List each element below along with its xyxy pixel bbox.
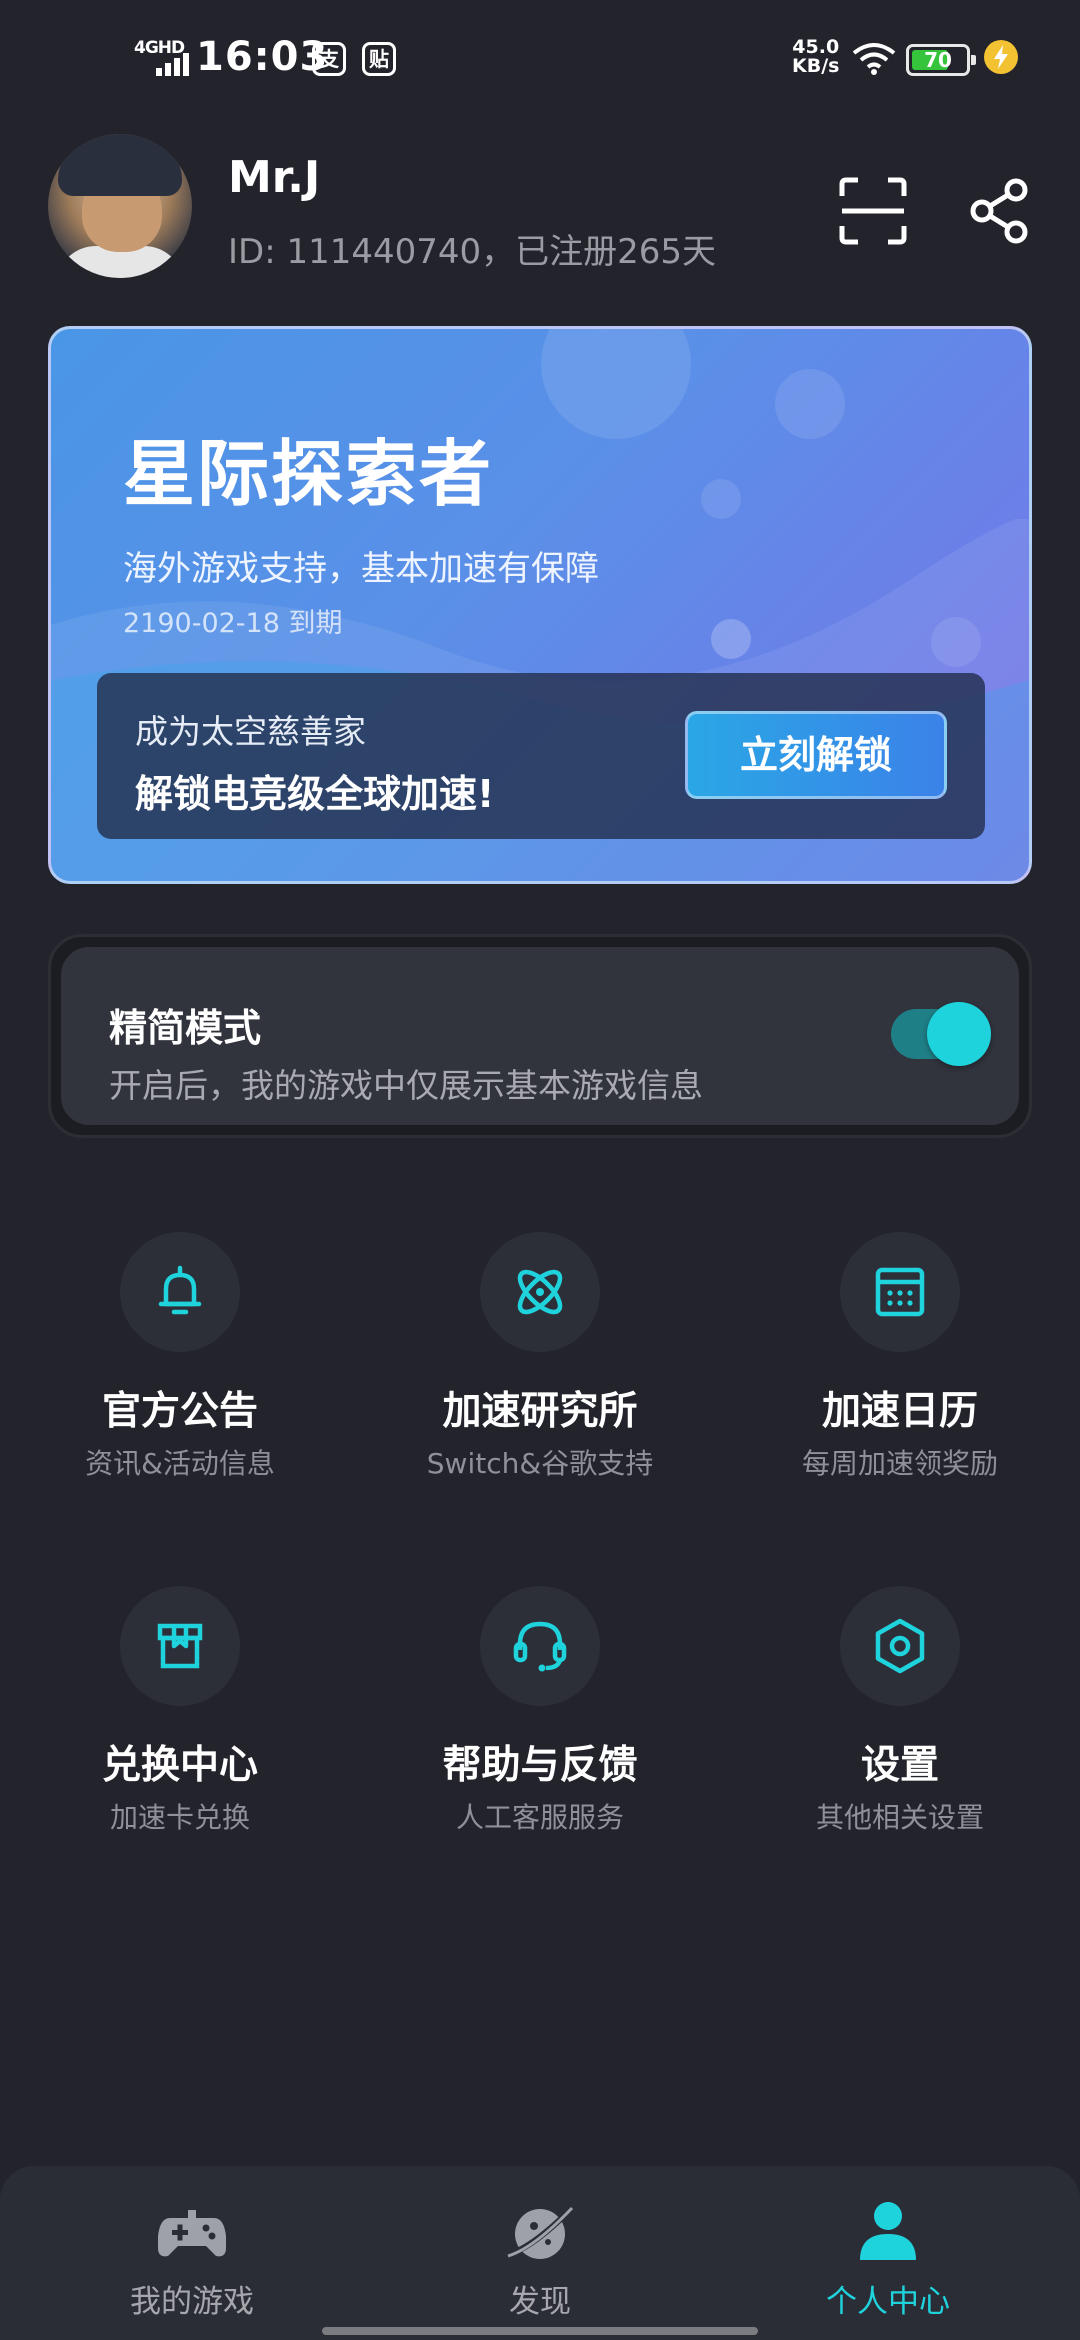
simple-mode-toggle[interactable] <box>891 1002 991 1066</box>
person-icon <box>860 2202 916 2260</box>
wifi-icon <box>852 43 896 75</box>
share-button[interactable] <box>968 176 1030 246</box>
home-indicator[interactable] <box>322 2327 758 2335</box>
user-id-info: ID: 111440740，已注册265天 <box>228 232 717 272</box>
menu-item-label: 兑换中心 <box>101 1743 258 1788</box>
scan-icon <box>839 177 907 245</box>
charging-bolt-icon <box>984 40 1018 74</box>
menu-item-help-feedback[interactable]: 帮助与反馈 人工客服服务 <box>360 1586 720 1866</box>
simple-mode-description: 开启后，我的游戏中仅展示基本游戏信息 <box>109 1066 703 1105</box>
menu-item-research-lab[interactable]: 加速研究所 Switch&谷歌支持 <box>360 1232 720 1512</box>
gift-box-icon <box>120 1586 240 1706</box>
unlock-button[interactable]: 立刻解锁 <box>685 711 947 799</box>
cellular-signal-icon: 4GHD <box>134 38 190 78</box>
network-speed-unit: KB/s <box>792 55 840 77</box>
bell-icon <box>120 1232 240 1352</box>
menu-item-redeem-center[interactable]: 兑换中心 加速卡兑换 <box>0 1586 360 1866</box>
upgrade-promo: 成为太空慈善家 解锁电竞级全球加速! 立刻解锁 <box>97 673 985 839</box>
nav-tab-profile[interactable]: 个人中心 <box>738 2190 1038 2320</box>
menu-item-label: 官方公告 <box>101 1389 258 1434</box>
atom-icon <box>480 1232 600 1352</box>
gamepad-icon <box>158 2210 226 2257</box>
toggle-knob <box>927 1002 991 1066</box>
promo-subtitle: 成为太空慈善家 <box>135 712 366 751</box>
battery-level: 70 <box>924 48 952 72</box>
username: Mr.J <box>228 152 321 203</box>
simple-mode-section: 精简模式 开启后，我的游戏中仅展示基本游戏信息 <box>48 934 1032 1138</box>
menu-item-label: 设置 <box>860 1743 939 1788</box>
network-speed: 45.0 KB/s <box>792 38 839 76</box>
headset-icon <box>480 1586 600 1706</box>
membership-expiry: 2190-02-18 到期 <box>123 608 343 639</box>
menu-item-subtitle: 加速卡兑换 <box>109 1801 250 1834</box>
avatar[interactable] <box>48 134 192 278</box>
menu-item-settings[interactable]: 设置 其他相关设置 <box>720 1586 1080 1866</box>
nav-tab-discover[interactable]: 发现 <box>390 2190 690 2320</box>
menu-item-calendar[interactable]: 加速日历 每周加速领奖励 <box>720 1232 1080 1512</box>
membership-title: 星际探索者 <box>123 432 494 516</box>
nav-label: 发现 <box>509 2284 571 2320</box>
calendar-icon <box>840 1232 960 1352</box>
nav-label: 我的游戏 <box>130 2284 254 2320</box>
menu-item-subtitle: 资讯&活动信息 <box>85 1447 275 1480</box>
membership-description: 海外游戏支持，基本加速有保障 <box>123 549 599 589</box>
nav-tab-my-games[interactable]: 我的游戏 <box>42 2190 342 2320</box>
nav-label: 个人中心 <box>826 2284 950 2320</box>
menu-item-label: 帮助与反馈 <box>442 1743 638 1788</box>
menu-item-announcements[interactable]: 官方公告 资讯&活动信息 <box>0 1232 360 1512</box>
promo-headline: 解锁电竞级全球加速! <box>135 772 495 816</box>
battery-icon: 70 <box>906 44 976 76</box>
bottom-navigation: 我的游戏 发现 个人中心 <box>0 2166 1080 2340</box>
settings-hexagon-icon <box>840 1586 960 1706</box>
clock: 16:03 <box>196 34 329 80</box>
menu-item-label: 加速研究所 <box>442 1389 638 1434</box>
menu-item-subtitle: 每周加速领奖励 <box>801 1447 998 1480</box>
menu-item-subtitle: Switch&谷歌支持 <box>426 1447 654 1480</box>
menu-item-subtitle: 其他相关设置 <box>815 1801 984 1834</box>
scan-button[interactable] <box>838 176 908 246</box>
simple-mode-card: 精简模式 开启后，我的游戏中仅展示基本游戏信息 <box>61 947 1019 1125</box>
alipay-notification-icon: 支 <box>312 42 346 76</box>
share-icon <box>970 178 1028 244</box>
menu-item-subtitle: 人工客服服务 <box>455 1801 624 1834</box>
status-bar: 4GHD 16:03 支 贴 45.0 KB/s 70 <box>0 0 1080 120</box>
planet-icon <box>507 2206 574 2259</box>
tieba-notification-icon: 贴 <box>362 42 396 76</box>
menu-item-label: 加速日历 <box>821 1389 978 1434</box>
membership-card: 星际探索者 海外游戏支持，基本加速有保障 2190-02-18 到期 成为太空慈… <box>48 326 1032 884</box>
simple-mode-title: 精简模式 <box>109 1006 262 1050</box>
